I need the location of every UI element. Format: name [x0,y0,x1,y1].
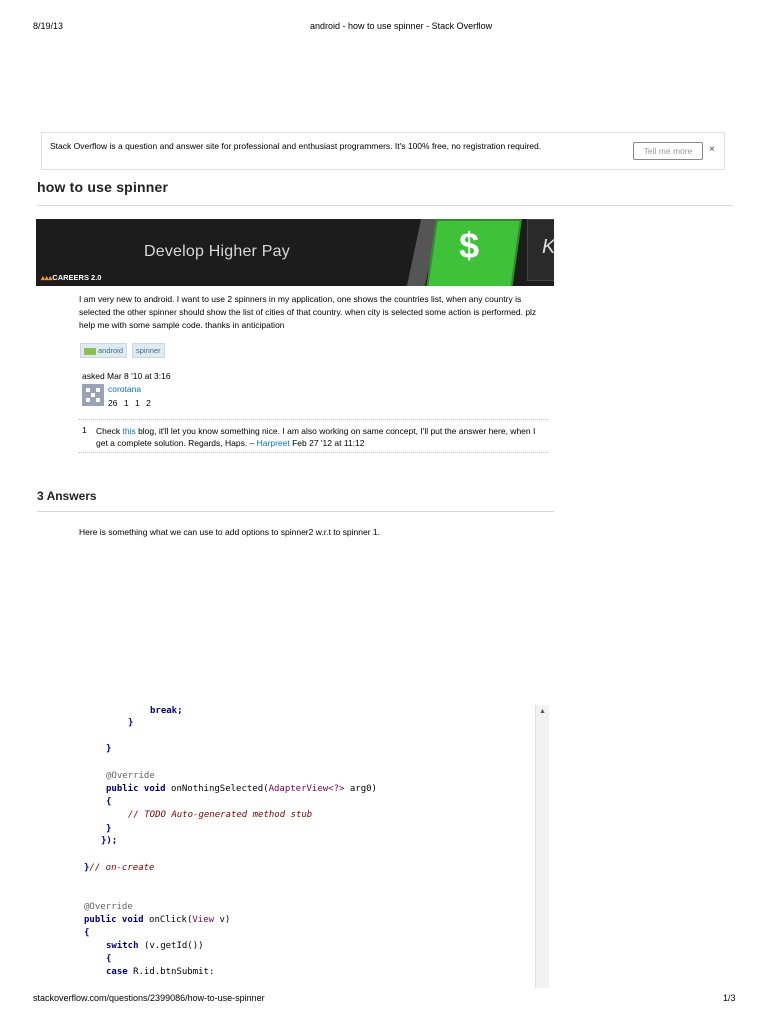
k-key-graphic: K [527,219,554,281]
code-line: case R.id.btnSubmit: [106,966,214,978]
comment-date: Feb 27 '12 at 11:12 [289,438,365,448]
comment-score: 1 [82,425,87,435]
code-line: { [106,954,112,964]
reputation-score: 26 [108,398,118,408]
code-token: View [192,915,215,925]
intro-banner: Stack Overflow is a question and answer … [41,132,725,170]
code-token: arg0) [344,784,377,794]
comment-text-start: Check [96,426,123,436]
comment-link[interactable]: this [122,426,135,436]
code-token: onClick( [149,915,193,925]
tell-me-more-button[interactable]: Tell me more [633,142,703,160]
print-url: stackoverflow.com/questions/2399086/how-… [33,993,265,1003]
asked-date: asked Mar 8 '10 at 3:16 [82,371,171,381]
code-token: public void [84,915,150,925]
careers-ad[interactable]: Develop Higher Pay ▴▴▴CAREERS 2.0 $ K [36,219,554,286]
user-reputation: 26 1 1 2 [108,398,151,408]
user-name-link[interactable]: corotana [108,384,141,394]
code-line: switch (v.getId()) [106,940,204,952]
code-line: { [84,928,90,938]
gold-badge-count: 1 [123,398,129,408]
tag-label: android [98,346,124,355]
tag-android[interactable]: android [80,343,128,358]
ad-headline: Develop Higher Pay [144,243,290,260]
code-line: { [106,797,112,807]
code-line: }// on-create [84,862,154,874]
title-divider [37,205,733,206]
code-line: }); [101,836,118,846]
careers-logo-text: CAREERS 2.0 [52,273,102,282]
question-title[interactable]: how to use spinner [37,179,168,195]
scroll-up-icon[interactable]: ▲ [539,708,546,715]
silver-badge-count: 1 [134,398,140,408]
code-line: public void onClick(View v) [84,914,230,926]
comment-divider-top [79,419,548,420]
banner-text: Stack Overflow is a question and answer … [50,141,542,151]
print-title: android - how to use spinner - Stack Ove… [310,21,493,31]
android-icon [84,347,96,355]
code-block[interactable]: break; } } @Override public void onNothi… [79,705,550,988]
code-token: (v.getId()) [143,941,204,951]
code-line: // TODO Auto-generated method stub [128,810,313,820]
careers-logo: ▴▴▴CAREERS 2.0 [41,273,102,282]
bronze-badge-count: 2 [146,398,151,408]
comment-author-link[interactable]: Harpreet [257,438,290,448]
close-icon[interactable]: × [709,144,715,155]
dollar-key-label: $ [459,225,480,266]
k-key-label: K [542,236,554,259]
answers-divider [37,511,554,512]
code-token: v) [214,915,231,925]
code-token: case [106,967,134,977]
code-token: onNothingSelected( [171,784,269,794]
dollar-key-graphic: $ [426,219,522,286]
avatar[interactable] [82,384,104,406]
code-line: break; [150,706,183,716]
code-line: public void onNothingSelected(AdapterVie… [106,783,377,795]
code-line: @Override [84,902,133,912]
comment-text: Check this blog, it'll let you know some… [96,425,536,449]
code-line: } [106,744,112,754]
question-body: I am very new to android. I want to use … [79,294,537,330]
tag-spinner[interactable]: spinner [132,343,165,358]
code-token: public void [106,784,172,794]
code-line: } [128,718,134,728]
code-line: } [106,824,112,834]
answers-header: 3 Answers [37,489,97,503]
code-token: // on-create [89,863,155,873]
code-token: R.id.btnSubmit: [133,967,215,977]
print-page-number: 1/3 [723,993,736,1003]
print-date: 8/19/13 [33,21,64,31]
code-line: @Override [106,771,155,781]
code-scrollbar[interactable]: ▲ [535,705,549,988]
answer-body: Here is something what we can use to add… [79,527,380,537]
code-token: AdapterView<?> [268,784,345,794]
comment-divider-bottom [79,452,548,453]
code-token: switch [106,941,144,951]
